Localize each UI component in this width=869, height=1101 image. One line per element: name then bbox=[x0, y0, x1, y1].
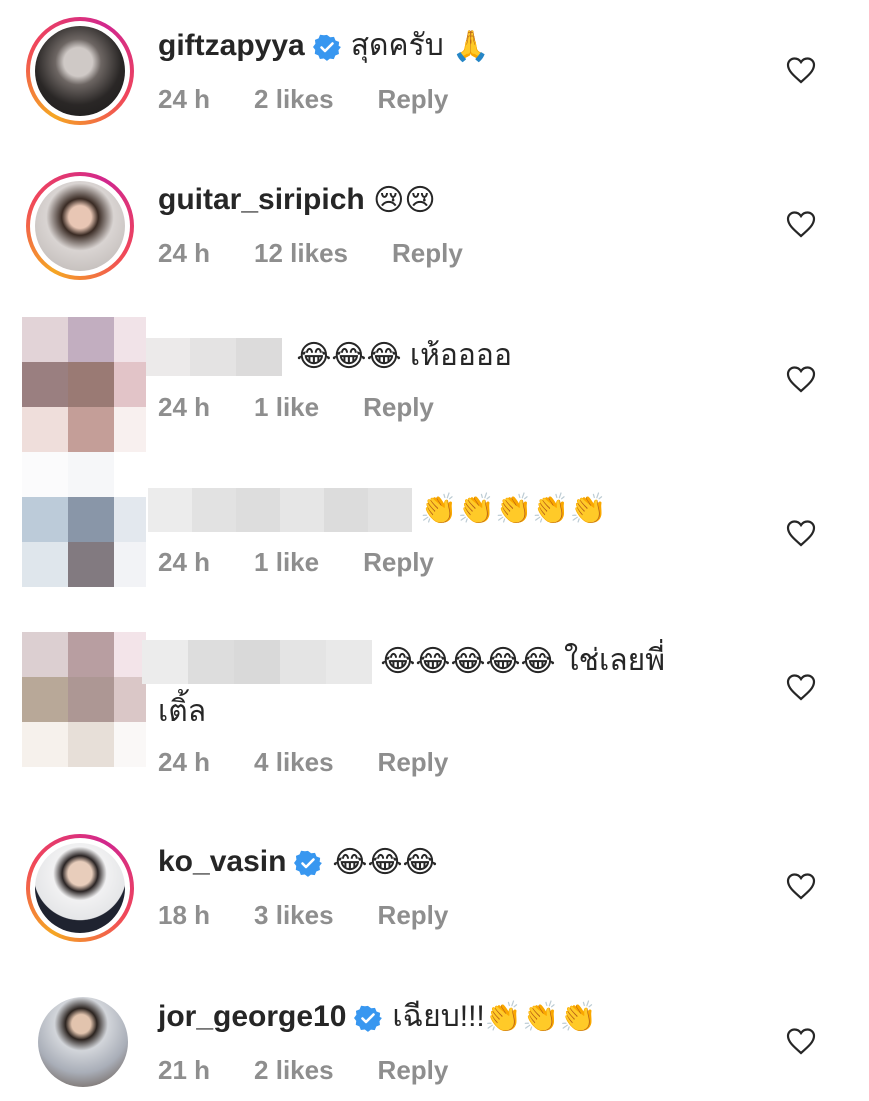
reply-button[interactable]: Reply bbox=[378, 747, 449, 777]
reply-button[interactable]: Reply bbox=[378, 1055, 449, 1085]
laughing-face-icon: 😂😂😂 bbox=[332, 845, 438, 881]
comment-timestamp: 24 h bbox=[158, 392, 211, 422]
comment-text: เห้ออออ bbox=[409, 339, 512, 372]
comment-username[interactable]: jor_george10 bbox=[158, 1000, 346, 1033]
like-heart-icon[interactable] bbox=[786, 210, 816, 238]
pray-icon: 🙏 bbox=[452, 29, 490, 65]
like-heart-icon[interactable] bbox=[786, 519, 816, 547]
avatar bbox=[35, 843, 125, 933]
comment-text-continued: เติ้ล bbox=[158, 695, 207, 728]
avatar-story-ring[interactable] bbox=[26, 834, 134, 942]
avatar-pixelated[interactable] bbox=[22, 317, 146, 452]
comment-likes[interactable]: 1 like bbox=[254, 547, 319, 577]
reply-button[interactable]: Reply bbox=[363, 547, 434, 577]
comment-username-blurred[interactable] bbox=[146, 338, 282, 377]
comment-likes[interactable]: 1 like bbox=[254, 392, 319, 422]
comment-likes[interactable]: 4 likes bbox=[254, 747, 334, 777]
avatar-story-ring[interactable] bbox=[26, 17, 134, 125]
comment-username[interactable]: giftzapyya bbox=[158, 29, 305, 62]
comment-timestamp: 21 h bbox=[158, 1055, 211, 1085]
reply-button[interactable]: Reply bbox=[378, 84, 449, 114]
comment-username[interactable]: guitar_siripich bbox=[158, 183, 365, 216]
clapping-hands-icon: 👏👏👏👏👏 bbox=[420, 492, 608, 527]
laughing-face-icon: 😂😂😂😂😂 bbox=[380, 644, 556, 679]
comment-username-blurred[interactable] bbox=[148, 488, 412, 532]
comment-username-blurred[interactable] bbox=[142, 640, 372, 684]
like-heart-icon[interactable] bbox=[786, 872, 816, 900]
reply-button[interactable]: Reply bbox=[392, 238, 463, 268]
avatar-pixelated[interactable] bbox=[22, 632, 146, 767]
clapping-hands-icon: 👏👏👏 bbox=[484, 1000, 597, 1036]
verified-badge-icon bbox=[354, 1005, 383, 1032]
avatar-pixelated[interactable] bbox=[22, 452, 146, 587]
comment-timestamp: 24 h bbox=[158, 747, 211, 777]
comment-text: ใช่เลยพี่ bbox=[563, 643, 665, 677]
laughing-face-icon: 😂😂😂 bbox=[296, 339, 402, 375]
like-heart-icon[interactable] bbox=[786, 365, 816, 393]
comment-likes[interactable]: 2 likes bbox=[254, 1055, 334, 1085]
verified-badge-icon bbox=[312, 34, 341, 61]
like-heart-icon[interactable] bbox=[786, 1027, 816, 1055]
avatar bbox=[35, 26, 125, 116]
comment-likes[interactable]: 12 likes bbox=[254, 238, 348, 268]
avatar bbox=[35, 181, 125, 271]
comment-username[interactable]: ko_vasin bbox=[158, 845, 286, 878]
reply-button[interactable]: Reply bbox=[363, 392, 434, 422]
comment-likes[interactable]: 2 likes bbox=[254, 84, 334, 114]
comment-timestamp: 24 h bbox=[158, 238, 211, 268]
comment-timestamp: 18 h bbox=[158, 900, 211, 930]
verified-badge-icon bbox=[294, 850, 323, 877]
avatar[interactable] bbox=[38, 997, 128, 1087]
reply-button[interactable]: Reply bbox=[378, 900, 449, 930]
crying-face-icon: 😢😢 bbox=[373, 183, 436, 219]
like-heart-icon[interactable] bbox=[786, 673, 816, 701]
avatar-story-ring[interactable] bbox=[26, 172, 134, 280]
comment-text: เฉียบ!!! bbox=[392, 1000, 485, 1033]
comment-timestamp: 24 h bbox=[158, 84, 211, 114]
comment-text: สุดครับ bbox=[350, 29, 444, 62]
comment-timestamp: 24 h bbox=[158, 547, 211, 577]
like-heart-icon[interactable] bbox=[786, 56, 816, 84]
comment-likes[interactable]: 3 likes bbox=[254, 900, 334, 930]
